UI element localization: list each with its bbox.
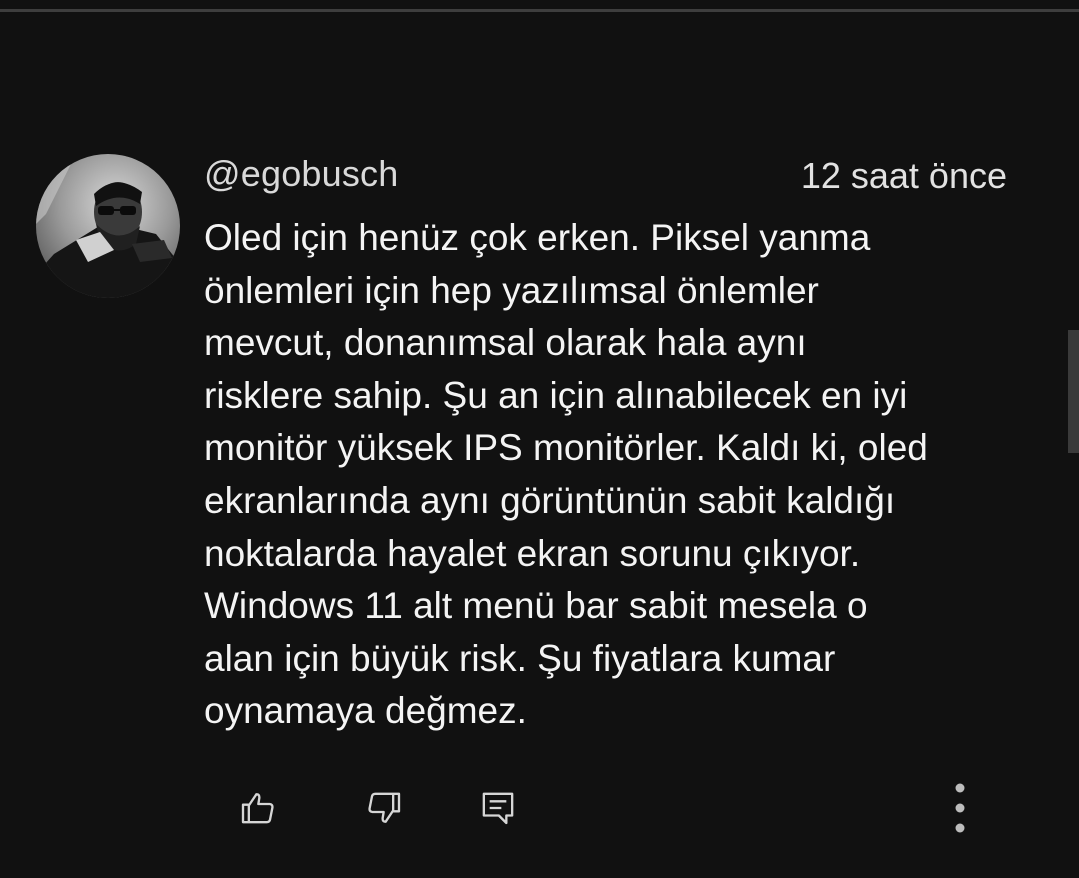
- comment-line: noktalarda hayalet ekran sorunu çıkıyor.: [204, 532, 861, 574]
- comment-line: oynamaya değmez.: [204, 690, 527, 732]
- reply-button[interactable]: [470, 780, 526, 836]
- comment-line: Windows 11 alt menü bar sabit mesela o: [204, 585, 868, 627]
- comment-line: Oled için henüz çok erken. Piksel yanma: [204, 217, 871, 258]
- comment-line: mevcut, donanımsal olarak hala aynı: [204, 322, 807, 364]
- more-options-button[interactable]: [932, 780, 988, 836]
- thumbs-up-icon: [241, 793, 274, 824]
- comment-line: monitör yüksek IPS monitörler. Kaldı ki,…: [204, 427, 928, 469]
- comment-icon: [482, 792, 514, 825]
- comment-timestamp[interactable]: 12 saat önce: [801, 154, 1007, 198]
- avatar-image: [36, 154, 180, 298]
- comment-body: Oled için henüz çok erken. Piksel yanma …: [204, 212, 1034, 738]
- comment-line: önlemleri için hep yazılımsal önlemler: [204, 269, 819, 311]
- dislike-button[interactable]: [356, 780, 412, 836]
- comment-line: risklere sahip. Şu an için alınabilecek …: [204, 374, 908, 416]
- like-button[interactable]: [230, 780, 286, 836]
- scrollbar-thumb[interactable]: [1068, 330, 1079, 453]
- avatar[interactable]: [36, 154, 180, 298]
- more-vertical-icon: [955, 783, 965, 833]
- comment-line: ekranlarında aynı görüntünün sabit kaldı…: [204, 479, 896, 521]
- comment-line: alan için büyük risk. Şu fiyatlara kumar: [204, 637, 836, 679]
- thumbs-down-icon: [368, 792, 401, 823]
- top-divider: [0, 9, 1079, 12]
- comment-author-handle[interactable]: @egobusch: [204, 152, 398, 196]
